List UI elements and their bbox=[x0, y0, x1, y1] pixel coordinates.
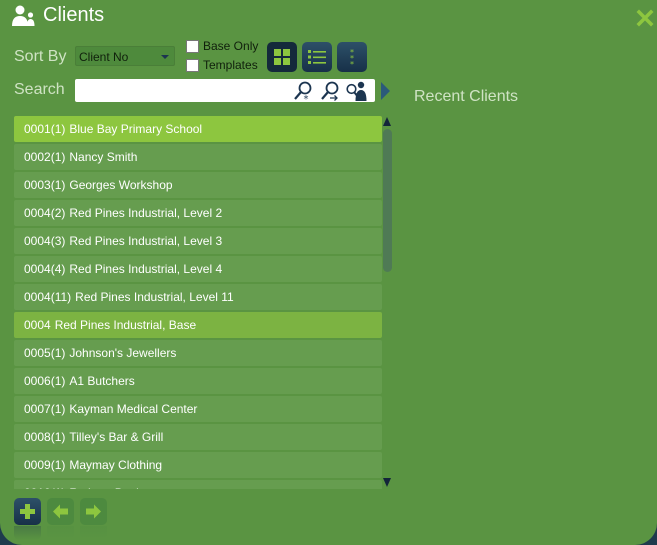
client-code: 0001(1) bbox=[24, 122, 66, 136]
grid-icon bbox=[274, 49, 290, 65]
client-name: Maymay Clothing bbox=[69, 458, 163, 472]
client-name: Kayman Medical Center bbox=[69, 402, 198, 416]
client-list-item[interactable]: 0006(1) A1 Butchers bbox=[14, 368, 382, 394]
client-list-item[interactable]: 0001(1) Blue Bay Primary School bbox=[14, 116, 382, 142]
list-icon bbox=[308, 50, 326, 64]
client-name: A1 Butchers bbox=[69, 374, 135, 388]
button-reflection bbox=[14, 526, 41, 540]
plus-icon bbox=[20, 504, 35, 519]
client-code: 0005(1) bbox=[24, 346, 66, 360]
checkbox-box[interactable] bbox=[186, 58, 199, 72]
client-code: 0004(4) bbox=[24, 262, 66, 276]
search-input[interactable] bbox=[79, 81, 293, 101]
client-list-item[interactable]: 0004(4) Red Pines Industrial, Level 4 bbox=[14, 256, 382, 282]
client-list-item[interactable]: 0002(1) Nancy Smith bbox=[14, 144, 382, 170]
previous-button[interactable] bbox=[47, 498, 74, 525]
client-name: Red Pines Industrial, Level 11 bbox=[75, 290, 234, 304]
client-code: 0004(3) bbox=[24, 234, 66, 248]
recent-clients-heading: Recent Clients bbox=[414, 88, 519, 105]
client-code: 0008(1) bbox=[24, 430, 66, 444]
client-code: 0010(1) bbox=[24, 486, 65, 489]
search-label: Search bbox=[14, 81, 65, 98]
clients-window: Clients Sort By Client No Base Only Temp… bbox=[0, 0, 657, 545]
users-icon bbox=[12, 5, 35, 26]
base-only-checkbox[interactable]: Base Only bbox=[186, 39, 258, 53]
expand-recent-arrow-icon[interactable] bbox=[381, 82, 390, 100]
checkbox-box[interactable] bbox=[186, 39, 199, 53]
client-name: Ruthers Bank bbox=[69, 486, 142, 489]
client-name: Blue Bay Primary School bbox=[69, 122, 203, 136]
client-code: 0004(2) bbox=[24, 206, 66, 220]
client-list-item[interactable]: 0004(2) Red Pines Industrial, Level 2 bbox=[14, 200, 382, 226]
button-reflection bbox=[80, 526, 107, 540]
client-code: 0009(1) bbox=[24, 458, 66, 472]
client-list-item[interactable]: 0009(1) Maymay Clothing bbox=[14, 452, 382, 478]
add-client-button[interactable] bbox=[14, 498, 41, 525]
client-code: 0004(11) bbox=[24, 290, 72, 304]
client-name: Nancy Smith bbox=[69, 150, 138, 164]
client-code: 0007(1) bbox=[24, 402, 66, 416]
client-list-item[interactable]: 0007(1) Kayman Medical Center bbox=[14, 396, 382, 422]
templates-label: Templates bbox=[203, 58, 258, 72]
scroll-up-arrow-icon[interactable] bbox=[383, 117, 391, 126]
client-name: Red Pines Industrial, Level 3 bbox=[69, 234, 223, 248]
button-reflection bbox=[47, 526, 74, 540]
client-name: Red Pines Industrial, Level 4 bbox=[69, 262, 223, 276]
scroll-down-arrow-icon[interactable] bbox=[383, 478, 391, 487]
next-button[interactable] bbox=[80, 498, 107, 525]
client-code: 0003(1) bbox=[24, 178, 66, 192]
client-list-item[interactable]: 0003(1) Georges Workshop bbox=[14, 172, 382, 198]
search-user-icon[interactable] bbox=[345, 80, 367, 102]
svg-text:*: * bbox=[304, 94, 309, 102]
base-only-label: Base Only bbox=[203, 39, 259, 53]
client-name: Georges Workshop bbox=[69, 178, 173, 192]
client-list: 0001(1) Blue Bay Primary School 0002(1) Nan… bbox=[14, 116, 382, 489]
client-name: Tilley's Bar & Grill bbox=[69, 430, 164, 444]
client-name: Red Pines Industrial, Base bbox=[54, 318, 197, 332]
client-name: Red Pines Industrial, Level 2 bbox=[69, 206, 223, 220]
client-list-item[interactable]: 0010(1) Ruthers Bank bbox=[14, 480, 382, 489]
client-code: 0002(1) bbox=[24, 150, 66, 164]
grid-view-button[interactable] bbox=[267, 42, 297, 72]
client-list-item[interactable]: 0008(1) Tilley's Bar & Grill bbox=[14, 424, 382, 450]
search-arrow-icon[interactable] bbox=[319, 80, 341, 102]
client-code: 0004 bbox=[24, 318, 51, 332]
sort-by-label: Sort By bbox=[14, 48, 67, 65]
client-code: 0006(1) bbox=[24, 374, 66, 388]
client-list-item[interactable]: 0004 Red Pines Industrial, Base bbox=[14, 312, 382, 338]
list-view-button[interactable] bbox=[302, 42, 332, 72]
close-icon[interactable] bbox=[636, 9, 654, 27]
search-field[interactable]: * bbox=[75, 79, 375, 102]
scrollbar-thumb[interactable] bbox=[383, 129, 392, 272]
arrow-left-icon bbox=[53, 504, 68, 519]
templates-checkbox[interactable]: Templates bbox=[186, 58, 258, 72]
svg-text:*: * bbox=[350, 60, 354, 67]
chevron-down-icon bbox=[161, 55, 169, 59]
client-list-item[interactable]: 0005(1) Johnson's Jewellers bbox=[14, 340, 382, 366]
client-list-item[interactable]: 0004(3) Red Pines Industrial, Level 3 bbox=[14, 228, 382, 254]
asterisks-icon: * * * bbox=[350, 48, 354, 67]
arrow-right-icon bbox=[86, 504, 101, 519]
sort-by-select[interactable]: Client No bbox=[75, 46, 175, 66]
window-title: Clients bbox=[43, 4, 105, 26]
client-list-item[interactable]: 0004(11) Red Pines Industrial, Level 11 bbox=[14, 284, 382, 310]
search-star-icon[interactable]: * bbox=[292, 80, 314, 102]
sort-by-value: Client No bbox=[79, 50, 129, 64]
client-name: Johnson's Jewellers bbox=[69, 346, 177, 360]
star-view-button[interactable]: * * * bbox=[337, 42, 367, 72]
